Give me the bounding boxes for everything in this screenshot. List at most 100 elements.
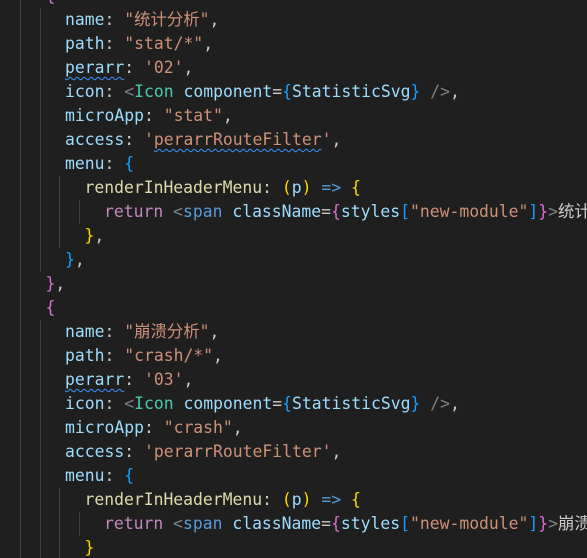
code-line[interactable]: menu: { <box>0 464 587 488</box>
code-line[interactable]: renderInHeaderMenu: (p) => { <box>0 488 587 512</box>
code-token: : <box>143 418 164 437</box>
indent-guide <box>20 488 21 512</box>
code-line[interactable]: renderInHeaderMenu: (p) => { <box>0 176 587 200</box>
code-token: } <box>65 250 75 269</box>
code-line[interactable]: path: "crash/*", <box>0 344 587 368</box>
code-token: perarr <box>65 58 125 77</box>
code-token: "new-module" <box>409 514 529 533</box>
code-token: access <box>65 130 125 149</box>
indent-guide <box>20 200 21 224</box>
indent-guide <box>39 8 41 32</box>
code-line[interactable]: name: "崩溃分析", <box>0 320 587 344</box>
indent-guide <box>39 104 41 128</box>
indent-guide <box>39 488 41 512</box>
indent-guide <box>39 512 41 536</box>
indent-guide <box>39 152 41 176</box>
indent-guide <box>59 512 60 536</box>
indent-guide <box>39 80 41 104</box>
code-token: Icon <box>134 82 174 101</box>
code-token: } <box>410 82 421 101</box>
code-text: name: "崩溃分析", <box>65 320 219 344</box>
code-text: menu: { <box>65 464 134 488</box>
code-token: className <box>232 202 322 221</box>
code-text: menu: { <box>65 152 134 176</box>
code-line[interactable]: }, <box>0 272 587 296</box>
code-token: name <box>65 10 105 29</box>
code-text: perarr: '03', <box>65 368 193 392</box>
code-token: className <box>232 514 322 533</box>
code-token: : <box>104 346 125 365</box>
code-token: , <box>213 346 223 365</box>
code-line[interactable]: }, <box>0 224 587 248</box>
code-line[interactable]: return <span className={styles["new-modu… <box>0 200 587 224</box>
code-token: , <box>74 250 85 269</box>
code-token: 崩溃 <box>558 514 587 533</box>
code-token: = <box>321 514 332 533</box>
code-text: access: 'perarrRouteFilter', <box>65 440 341 464</box>
indent-guide <box>20 152 21 176</box>
code-token: /> <box>420 82 450 101</box>
code-token: , <box>183 370 194 389</box>
code-token: : <box>104 322 125 341</box>
code-line[interactable]: menu: { <box>0 152 587 176</box>
code-token: : <box>104 394 125 413</box>
code-token: : <box>262 490 282 509</box>
code-token: "统计分析" <box>124 10 210 29</box>
indent-guide <box>20 344 21 368</box>
code-line[interactable]: perarr: '02', <box>0 56 587 80</box>
code-token: { <box>282 394 293 413</box>
code-line[interactable]: microApp: "crash", <box>0 416 587 440</box>
code-line[interactable]: } <box>0 536 587 558</box>
code-token: path <box>65 34 105 53</box>
code-line[interactable]: }, <box>0 248 587 272</box>
indent-guide <box>20 224 21 248</box>
code-line[interactable]: name: "统计分析", <box>0 8 587 32</box>
code-token: span <box>182 202 223 221</box>
indent-guide <box>59 200 60 224</box>
code-token: component <box>183 82 273 101</box>
code-token: { <box>124 466 135 485</box>
code-token: } <box>538 202 549 221</box>
code-token: : <box>104 82 125 101</box>
indent-guide <box>39 224 41 248</box>
indent-guide <box>78 200 80 224</box>
code-token: , <box>331 442 342 461</box>
code-text: microApp: "crash", <box>65 416 243 440</box>
indent-guide <box>20 56 21 80</box>
code-line[interactable]: access: 'perarrRouteFilter', <box>0 128 587 152</box>
code-editor[interactable]: {name: "统计分析",path: "stat/*",perarr: '02… <box>0 0 587 558</box>
code-token: ] <box>528 202 539 221</box>
indent-guide <box>39 56 41 80</box>
code-line[interactable]: { <box>0 296 587 320</box>
code-token: StatisticSvg <box>292 394 411 413</box>
code-token: path <box>65 346 105 365</box>
code-token: "stat/*" <box>124 34 204 53</box>
code-line[interactable]: return <span className={styles["new-modu… <box>0 512 587 536</box>
code-token: > <box>548 514 559 533</box>
code-line[interactable]: microApp: "stat", <box>0 104 587 128</box>
code-line[interactable]: perarr: '03', <box>0 368 587 392</box>
code-lines: {name: "统计分析",path: "stat/*",perarr: '02… <box>0 0 587 558</box>
indent-guide <box>39 248 41 272</box>
code-line[interactable]: path: "stat/*", <box>0 32 587 56</box>
code-text: }, <box>65 248 85 272</box>
code-line[interactable]: access: 'perarrRouteFilter', <box>0 440 587 464</box>
code-line[interactable]: icon: <Icon component={StatisticSvg} />, <box>0 392 587 416</box>
code-line[interactable]: icon: <Icon component={StatisticSvg} />, <box>0 80 587 104</box>
code-token: : <box>124 370 144 389</box>
indent-guide <box>20 32 21 56</box>
code-text: name: "统计分析", <box>65 8 219 32</box>
code-line[interactable]: { <box>0 0 587 8</box>
code-token: { <box>282 82 293 101</box>
code-token: ) <box>301 178 312 197</box>
code-text: { <box>46 0 56 8</box>
code-token: [ <box>400 514 410 533</box>
code-token: '03' <box>143 370 184 389</box>
code-token: { <box>331 202 341 221</box>
indent-guide <box>20 440 21 464</box>
indent-guide <box>39 320 41 344</box>
code-token: : <box>262 178 282 197</box>
code-token: } <box>84 226 95 245</box>
